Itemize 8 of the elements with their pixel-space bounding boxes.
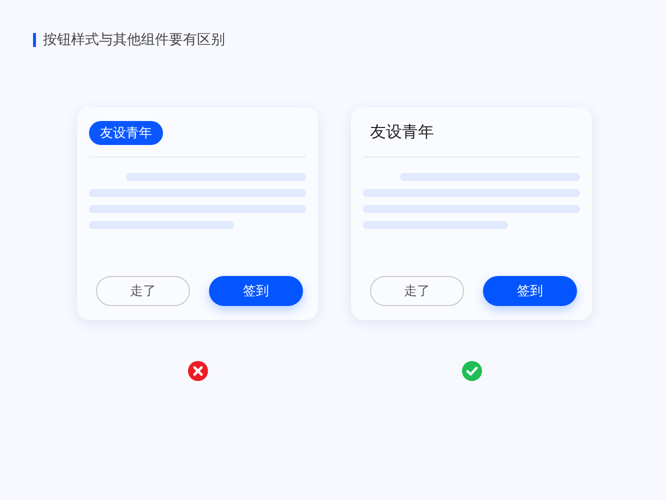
accent-bar bbox=[33, 33, 36, 47]
checkin-button[interactable]: 签到 bbox=[209, 276, 303, 306]
card-title: 友设青年 bbox=[369, 122, 434, 143]
leave-button[interactable]: 走了 bbox=[370, 276, 464, 306]
leave-button[interactable]: 走了 bbox=[96, 276, 190, 306]
section-heading: 按钮样式与其他组件要有区别 bbox=[43, 31, 225, 49]
title-tag: 友设青年 bbox=[89, 120, 163, 144]
checkin-button[interactable]: 签到 bbox=[483, 276, 577, 306]
